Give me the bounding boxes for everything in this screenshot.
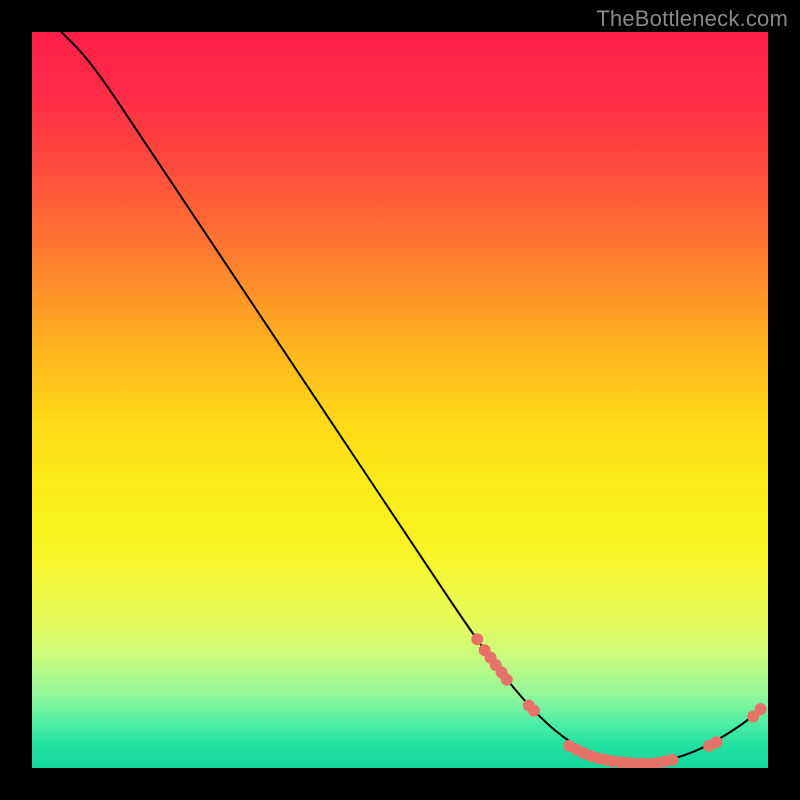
chart-curve bbox=[61, 32, 760, 763]
chart-svg bbox=[32, 32, 768, 768]
data-point bbox=[528, 705, 540, 717]
data-point bbox=[501, 674, 513, 686]
data-point bbox=[755, 703, 767, 715]
data-point bbox=[710, 736, 722, 748]
watermark-text: TheBottleneck.com bbox=[596, 6, 788, 32]
data-point bbox=[666, 754, 678, 766]
chart-markers bbox=[471, 633, 766, 768]
data-point bbox=[471, 633, 483, 645]
chart-plot-area bbox=[32, 32, 768, 768]
